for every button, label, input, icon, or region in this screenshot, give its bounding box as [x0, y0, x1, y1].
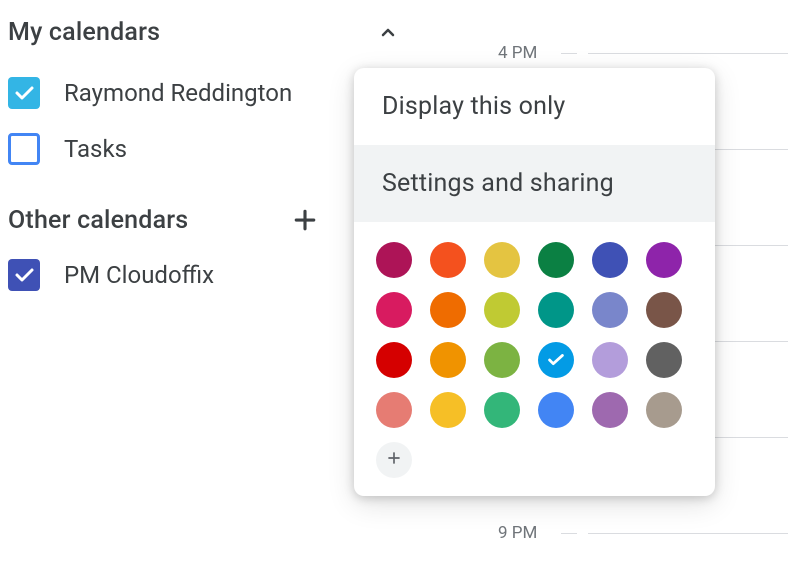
other-calendars-title: Other calendars — [8, 206, 188, 235]
time-gridline — [588, 533, 788, 534]
color-swatch[interactable] — [646, 242, 682, 278]
add-calendar-icon[interactable] — [290, 205, 320, 235]
color-swatch[interactable] — [538, 242, 574, 278]
calendar-item-tasks[interactable]: Tasks — [8, 121, 408, 177]
color-swatch[interactable] — [484, 292, 520, 328]
color-swatch[interactable] — [646, 292, 682, 328]
checkbox-unchecked-icon[interactable] — [8, 133, 40, 165]
color-swatch[interactable] — [430, 392, 466, 428]
color-swatch[interactable] — [592, 242, 628, 278]
color-swatch[interactable] — [592, 292, 628, 328]
color-swatch[interactable] — [484, 342, 520, 378]
color-swatch[interactable] — [592, 342, 628, 378]
color-swatch[interactable] — [376, 242, 412, 278]
time-label-4pm: 4 PM — [498, 43, 537, 63]
checkbox-checked-icon[interactable] — [8, 259, 40, 291]
calendar-options-popover: Display this only Settings and sharing — [354, 68, 715, 496]
add-custom-color-button[interactable] — [376, 442, 412, 478]
color-swatch[interactable] — [646, 392, 682, 428]
time-tick — [561, 533, 577, 534]
my-calendars-header[interactable]: My calendars — [8, 10, 408, 65]
color-swatch[interactable] — [646, 342, 682, 378]
color-swatch[interactable] — [538, 292, 574, 328]
my-calendars-title: My calendars — [8, 18, 160, 47]
checkbox-checked-icon[interactable] — [8, 77, 40, 109]
color-swatch[interactable] — [376, 392, 412, 428]
color-grid — [354, 222, 715, 436]
color-swatch[interactable] — [484, 392, 520, 428]
color-swatch[interactable] — [538, 392, 574, 428]
color-swatch[interactable] — [592, 392, 628, 428]
display-this-only-item[interactable]: Display this only — [354, 68, 715, 145]
calendar-label: Tasks — [64, 135, 127, 163]
color-swatch[interactable] — [430, 242, 466, 278]
plus-icon — [384, 448, 404, 472]
color-swatch[interactable] — [430, 342, 466, 378]
settings-and-sharing-item[interactable]: Settings and sharing — [354, 145, 715, 222]
time-label-9pm: 9 PM — [498, 523, 537, 543]
color-swatch[interactable] — [376, 342, 412, 378]
calendar-item-pm-cloudoffix[interactable]: PM Cloudoffix — [8, 247, 408, 303]
time-gridline — [588, 53, 788, 54]
sidebar: My calendars Raymond Reddington Tasks Ot… — [8, 10, 408, 303]
other-calendars-header[interactable]: Other calendars — [8, 177, 408, 247]
chevron-up-icon — [376, 21, 400, 45]
color-swatch[interactable] — [484, 242, 520, 278]
color-swatch[interactable] — [430, 292, 466, 328]
calendar-item-raymond[interactable]: Raymond Reddington — [8, 65, 408, 121]
color-swatch[interactable] — [376, 292, 412, 328]
calendar-label: PM Cloudoffix — [64, 261, 214, 289]
calendar-label: Raymond Reddington — [64, 79, 292, 107]
color-swatch[interactable] — [538, 342, 574, 378]
time-tick — [561, 53, 577, 54]
